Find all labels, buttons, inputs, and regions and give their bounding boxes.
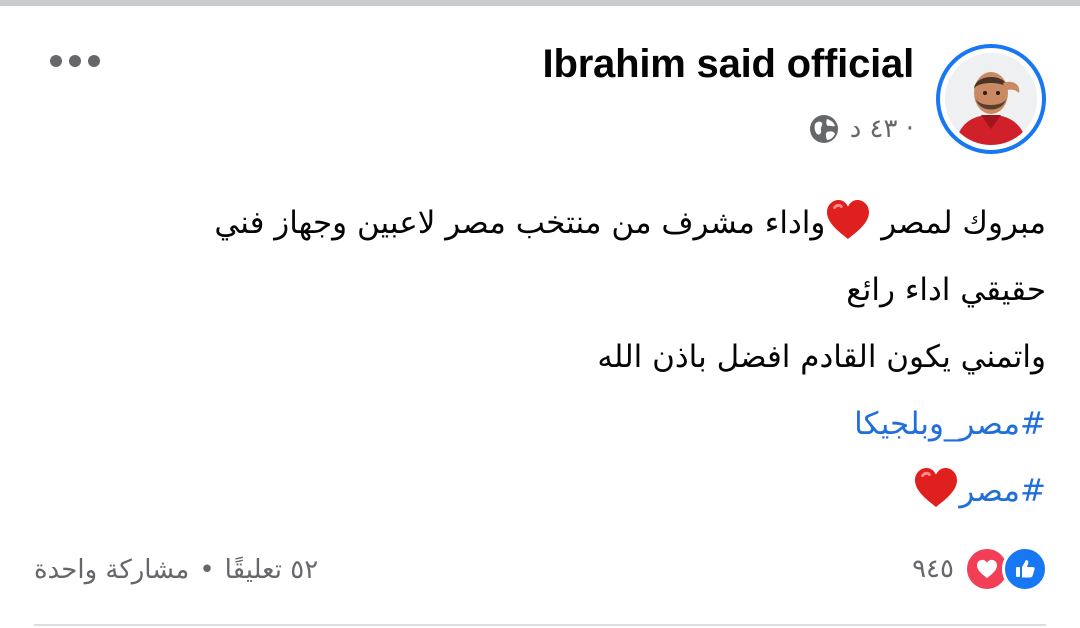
more-options-button[interactable] [50,46,100,76]
author-name[interactable]: Ibrahim said official [543,42,915,87]
engagement-stats: ٥٢ تعليقًا • مشاركة واحدة [34,550,318,590]
like-icon [1002,546,1048,592]
hashtag-link[interactable]: #مصر_وبلجيكا [36,391,1046,458]
heart-emoji-icon [915,467,958,508]
more-dot [50,55,62,67]
comments-count[interactable]: ٥٢ تعليقًا [225,555,319,585]
post-card: Ibrahim said official ٤٣ د · مبروك لمصر … [0,6,1080,628]
shares-count[interactable]: مشاركة واحدة [34,555,189,585]
globe-icon [809,115,838,143]
post-line: حقيقي اداء رائع [846,272,1046,308]
hashtag-link[interactable]: #مصر [36,458,1046,525]
footer-divider [34,624,1046,626]
reaction-count: ٩٤٥ [912,554,954,584]
more-dot [69,55,81,67]
more-dot [88,55,100,67]
post-timestamp[interactable]: ٤٣ د · [850,114,914,144]
post-body: مبروك لمصر واداء مشرف من منتخب مصر لاعبي… [36,190,1046,525]
post-line: مبروك لمصر واداء مشرف من منتخب مصر لاعبي… [36,190,1046,257]
stats-separator: • [199,555,215,585]
post-line: واتمني يكون القادم افضل باذن الله [597,339,1046,375]
reactions-summary[interactable]: ٩٤٥ [912,546,1048,592]
profile-avatar[interactable] [936,44,1046,154]
post-meta: ٤٣ د · [808,112,914,146]
heart-emoji-icon [827,199,870,240]
avatar-image [945,53,1037,145]
